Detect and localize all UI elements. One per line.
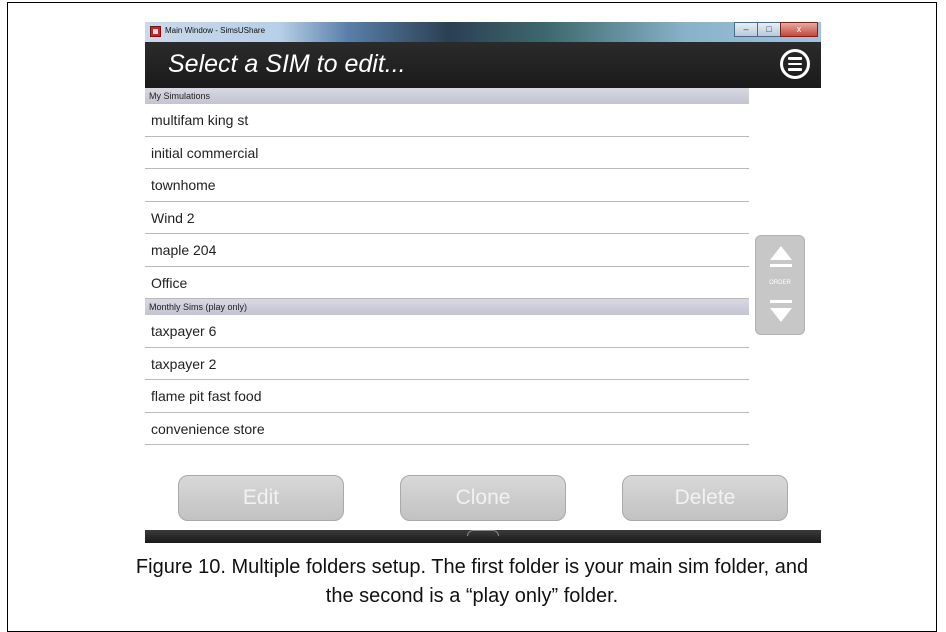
delete-button[interactable]: Delete bbox=[622, 475, 788, 521]
list-item[interactable]: Wind 2 bbox=[145, 201, 749, 234]
maximize-button[interactable]: □ bbox=[757, 22, 781, 37]
list-item[interactable]: multifam king st bbox=[145, 104, 749, 137]
drawer-handle-icon[interactable] bbox=[467, 530, 499, 536]
action-buttons: Edit Clone Delete bbox=[145, 470, 821, 526]
menu-icon-bar bbox=[788, 68, 802, 71]
list-item[interactable]: Office bbox=[145, 266, 749, 299]
list-item[interactable]: taxpayer 2 bbox=[145, 347, 749, 380]
order-up-arrow-icon[interactable] bbox=[770, 246, 792, 260]
list-item[interactable]: initial commercial bbox=[145, 136, 749, 169]
menu-icon-bar bbox=[788, 62, 802, 66]
sim-list: My Simulations multifam king st initial … bbox=[145, 88, 749, 445]
minimize-button[interactable]: – bbox=[734, 22, 758, 37]
window-title: Main Window - SimsUShare bbox=[165, 26, 266, 35]
menu-icon-bar bbox=[788, 57, 802, 60]
window-controls: – □ x bbox=[734, 22, 818, 38]
menu-button[interactable] bbox=[780, 49, 810, 79]
list-item[interactable]: flame pit fast food bbox=[145, 380, 749, 413]
list-item[interactable]: maple 204 bbox=[145, 234, 749, 267]
order-up-bar bbox=[770, 264, 792, 267]
app-icon bbox=[150, 26, 161, 37]
order-label: ORDER bbox=[769, 280, 791, 286]
section-header-monthly-sims: Monthly Sims (play only) bbox=[145, 299, 749, 315]
clone-button[interactable]: Clone bbox=[400, 475, 566, 521]
list-item[interactable]: townhome bbox=[145, 169, 749, 202]
order-down-bar bbox=[770, 300, 792, 303]
figure-caption: Figure 10. Multiple folders setup. The f… bbox=[7, 553, 937, 611]
caption-line: Figure 10. Multiple folders setup. The f… bbox=[135, 556, 809, 578]
app-window: Main Window - SimsUShare – □ x Select a … bbox=[145, 22, 821, 543]
caption-line: the second is a “play only” folder. bbox=[325, 585, 619, 607]
order-down-arrow-icon[interactable] bbox=[770, 308, 792, 322]
list-item[interactable]: convenience store bbox=[145, 412, 749, 445]
section-header-my-simulations: My Simulations bbox=[145, 88, 749, 104]
app-header: Select a SIM to edit... bbox=[145, 42, 821, 88]
page-title: Select a SIM to edit... bbox=[168, 50, 406, 78]
order-control: ORDER bbox=[755, 235, 805, 335]
list-item[interactable]: taxpayer 6 bbox=[145, 315, 749, 348]
title-bar: Main Window - SimsUShare – □ x bbox=[145, 22, 821, 42]
close-button[interactable]: x bbox=[780, 22, 818, 37]
bottom-bar bbox=[145, 530, 821, 543]
edit-button[interactable]: Edit bbox=[178, 475, 344, 521]
